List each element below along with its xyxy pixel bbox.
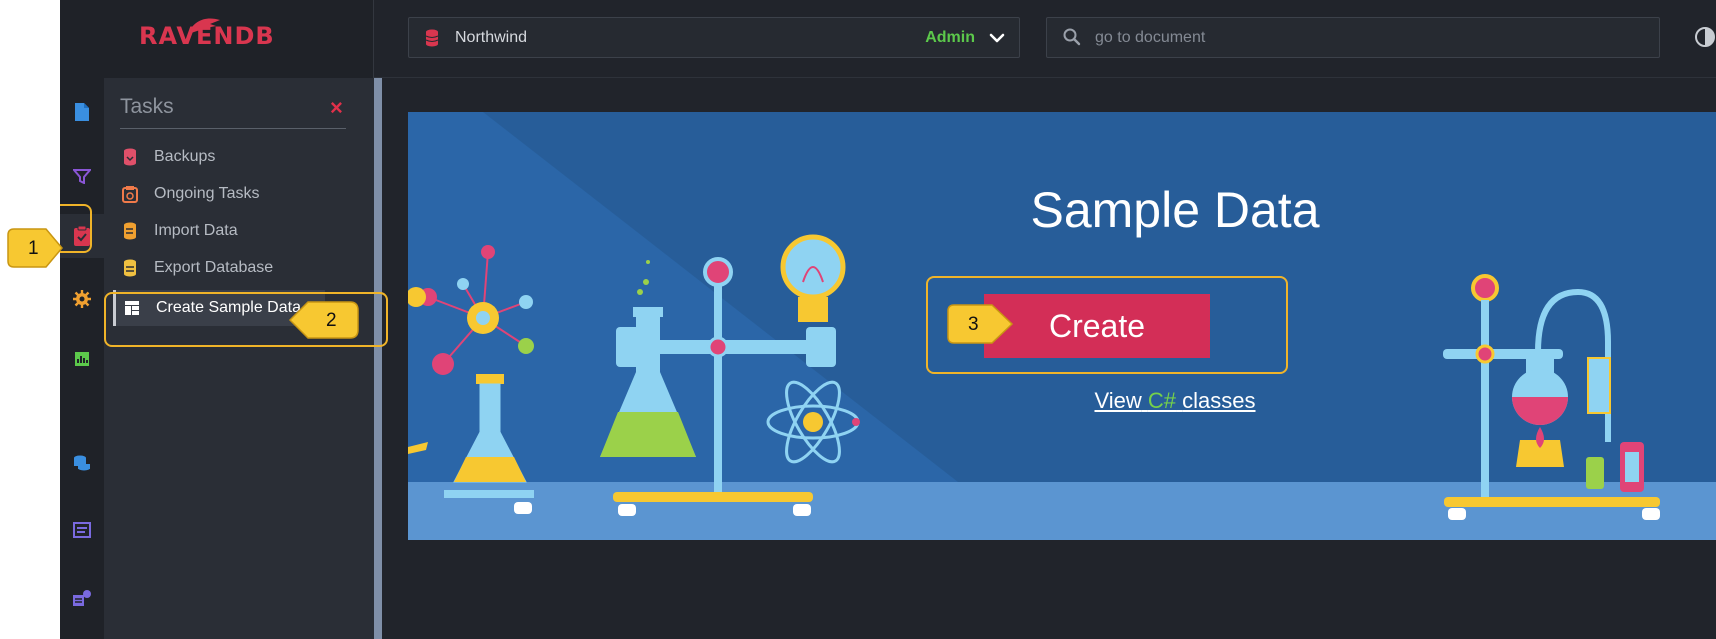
panel-divider [120,128,346,129]
view-prefix: View [1094,388,1142,413]
csharp-label: C# [1147,388,1177,413]
database-name: Northwind [455,29,528,46]
chevron-down-icon[interactable] [989,30,1005,46]
menu-item-ongoing-tasks[interactable]: Ongoing Tasks [112,177,366,211]
close-icon[interactable]: × [330,97,343,119]
database-icon [425,29,439,47]
backup-icon [120,148,140,166]
database-selector[interactable]: Northwind Admin [408,17,1020,58]
callout-number: 2 [326,310,337,331]
tasks-panel: Tasks × Backups Ongoing Tasks Import Dat… [104,78,374,639]
indexes-icon[interactable] [60,154,104,198]
ongoing-tasks-icon [120,185,140,203]
menu-item-export-database[interactable]: Export Database [112,251,366,285]
menu-item-label: Import Data [154,222,238,239]
menu-item-label: Ongoing Tasks [154,185,260,202]
menu-item-label: Export Database [154,259,274,276]
page-title: Sample Data [1030,182,1320,238]
databases-icon[interactable] [60,442,104,486]
view-suffix: classes [1182,388,1256,413]
left-margin [0,0,60,639]
panel-splitter[interactable] [374,78,382,639]
callout-badge-2: 2 [288,296,360,344]
search-input[interactable] [1095,26,1635,50]
callout-badge-3: 3 [946,301,1016,347]
settings-icon[interactable] [60,277,104,321]
top-bar: RAVENDB Northwind Admin [60,0,1716,78]
theme-toggle-icon[interactable] [1694,26,1716,48]
stats-icon[interactable] [60,337,104,381]
menu-item-import-data[interactable]: Import Data [112,214,366,248]
cluster-icon[interactable] [60,576,104,620]
import-icon [120,222,140,240]
export-icon [120,259,140,277]
document-search[interactable] [1046,17,1660,58]
menu-item-backups[interactable]: Backups [112,140,366,174]
icon-rail [60,78,104,639]
user-role: Admin [925,29,975,46]
callout-number: 3 [968,314,979,335]
logo-area: RAVENDB [60,0,374,78]
menu-item-label: Backups [154,148,216,165]
logo-text[interactable]: RAVENDB [139,22,275,50]
panel-title: Tasks [120,95,174,118]
callout-badge-1: 1 [6,225,66,271]
view-classes-link-container: View C# classes [998,388,1352,414]
view-csharp-classes-link[interactable]: View C# classes [1094,388,1255,413]
search-icon [1063,28,1081,46]
callout-number: 1 [28,238,39,259]
documents-icon[interactable] [60,90,104,134]
manage-server-icon[interactable] [60,508,104,552]
